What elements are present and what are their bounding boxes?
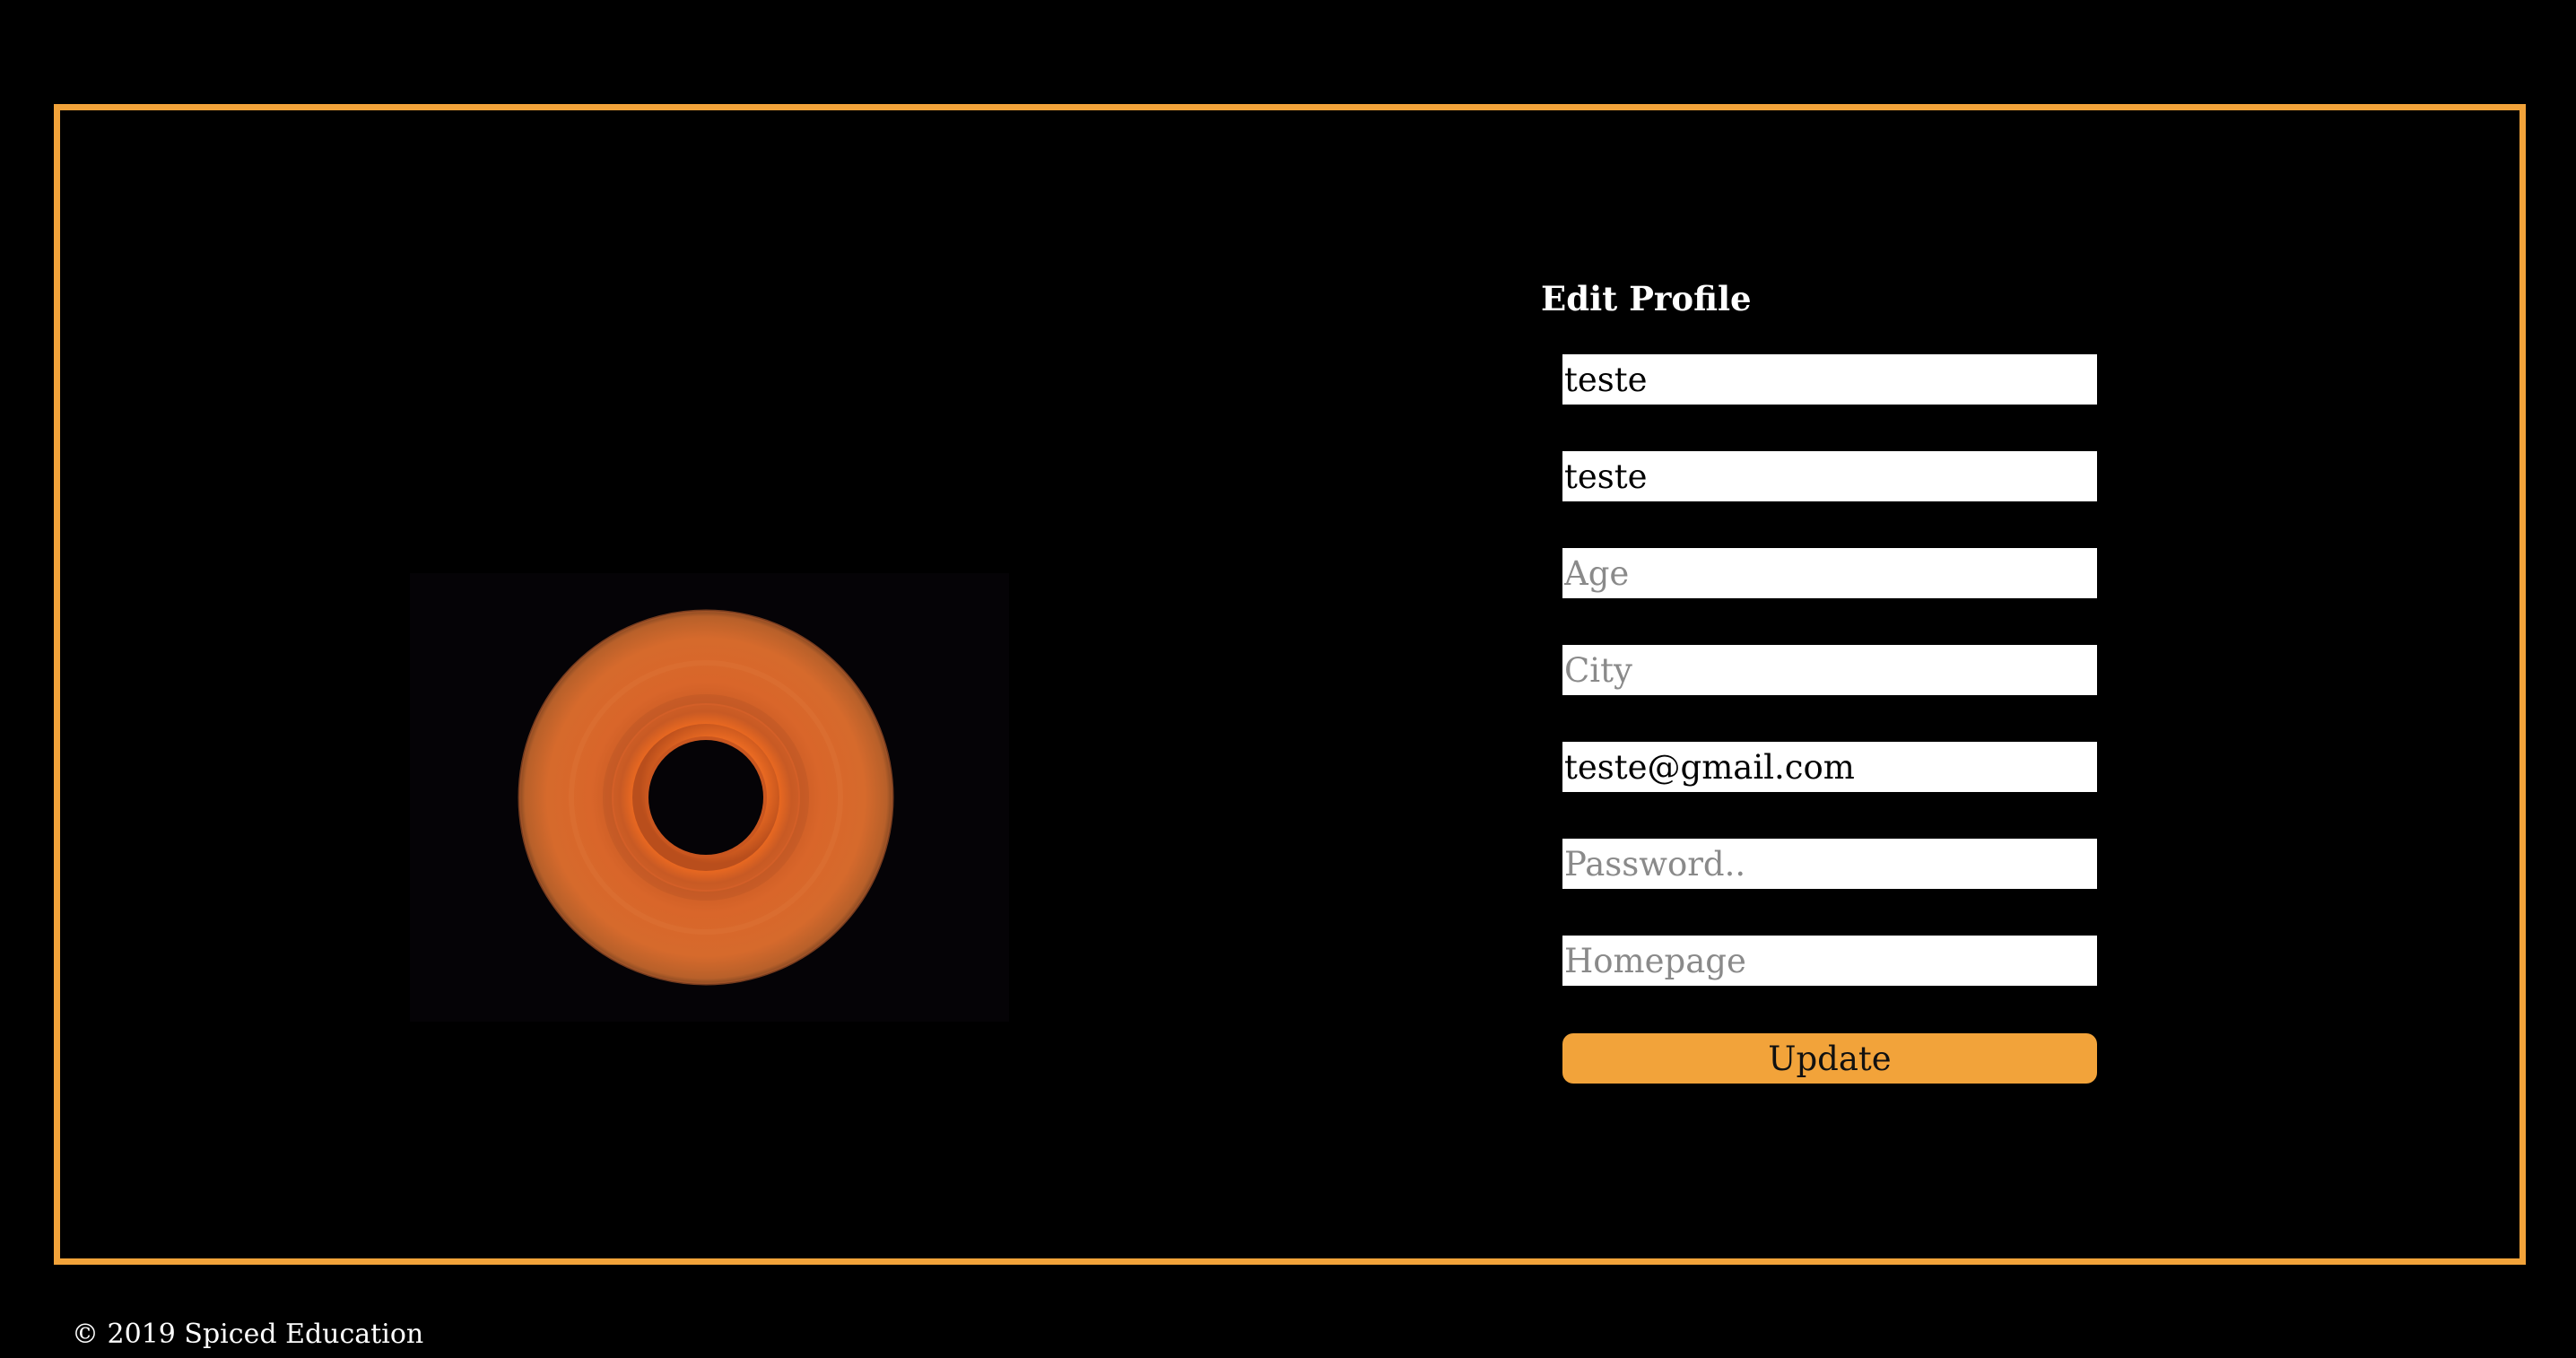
city-input[interactable]: [1562, 645, 2097, 695]
footer-copyright: © 2019 Spiced Education: [72, 1319, 424, 1350]
vinyl-disc-graphic: [518, 609, 894, 986]
update-button[interactable]: Update: [1562, 1033, 2097, 1084]
age-input[interactable]: [1562, 548, 2097, 598]
password-input[interactable]: [1562, 839, 2097, 889]
form-title: Edit Profile: [1541, 279, 1752, 318]
edit-profile-form: Edit Profile Update: [1541, 274, 2097, 1084]
homepage-input[interactable]: [1562, 936, 2097, 986]
last-name-input[interactable]: [1562, 451, 2097, 501]
first-name-input[interactable]: [1562, 354, 2097, 405]
email-input[interactable]: [1562, 742, 2097, 792]
profile-frame: [54, 104, 2526, 1265]
profile-image: [410, 573, 1009, 1022]
